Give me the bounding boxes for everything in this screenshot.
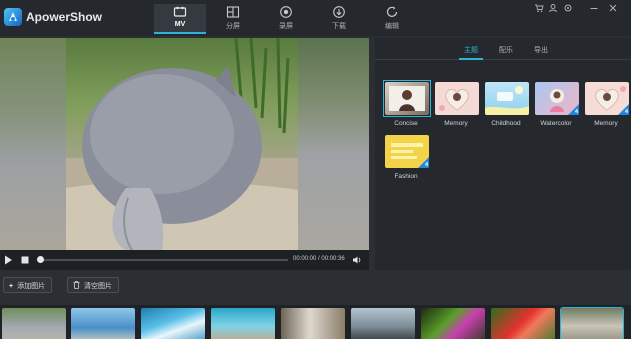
image-strip <box>0 305 631 339</box>
app-logo-icon <box>4 8 22 26</box>
add-icon: + <box>9 283 14 290</box>
theme-label: Concise <box>394 120 418 127</box>
tab-theme[interactable]: 主题 <box>464 45 478 55</box>
play-icon[interactable] <box>4 255 13 265</box>
image-thumbnail[interactable] <box>211 308 275 339</box>
image-thumbnail[interactable] <box>281 308 345 339</box>
app-title: ApowerShow <box>26 10 103 24</box>
image-thumbnail[interactable] <box>2 308 66 339</box>
active-tab-indicator <box>459 58 483 60</box>
theme-label: Watercolor <box>540 120 572 127</box>
image-toolbar: + 添加图片 清空图片 <box>0 274 631 296</box>
split-screen-icon <box>226 6 240 18</box>
theme-badge-count: 4 <box>574 109 578 115</box>
settings-icon[interactable] <box>563 3 573 13</box>
add-images-label: 添加图片 <box>17 283 46 290</box>
theme-card[interactable]: Concise <box>383 80 431 127</box>
theme-thumbnail: 4 <box>585 82 629 115</box>
record-screen-icon <box>280 6 292 18</box>
preview-photo <box>66 38 298 250</box>
tab-music[interactable]: 配乐 <box>499 45 513 55</box>
trash-icon <box>73 281 80 289</box>
tab-record-screen[interactable]: 录屏 <box>260 4 312 34</box>
seek-handle[interactable] <box>37 256 44 263</box>
image-thumbnail[interactable] <box>421 308 485 339</box>
theme-card[interactable]: Memory <box>434 81 479 127</box>
tab-download-label: 下载 <box>332 23 346 30</box>
preview-blur-left <box>0 38 66 250</box>
time-readout: 00:00:00 / 00:00:36 <box>293 256 345 262</box>
theme-label: Memory <box>594 120 618 127</box>
image-thumbnail[interactable] <box>351 308 415 339</box>
theme-card[interactable]: Childhood <box>484 81 529 127</box>
theme-thumbnail <box>435 82 479 115</box>
theme-card[interactable]: 4 Watercolor <box>534 81 579 127</box>
theme-badge-count: 4 <box>424 162 428 168</box>
volume-icon[interactable] <box>352 255 362 265</box>
panel-tabs: 主题 配乐 导出 <box>375 38 631 60</box>
clear-images-label: 清空图片 <box>84 283 112 290</box>
theme-badge-count: 4 <box>624 109 628 115</box>
seek-bar[interactable] <box>40 259 288 261</box>
tab-split-screen-label: 分屏 <box>226 23 240 30</box>
theme-thumbnail <box>485 82 529 115</box>
title-bar: ApowerShow MV 分屏 录屏 下载 编辑 <box>0 0 631 36</box>
tab-download[interactable]: 下载 <box>313 4 365 34</box>
image-thumbnail[interactable] <box>71 308 135 339</box>
minimize-icon[interactable] <box>589 3 599 13</box>
mv-icon <box>173 6 187 17</box>
image-thumbnail[interactable] <box>141 308 205 339</box>
tab-export[interactable]: 导出 <box>534 45 548 55</box>
theme-thumbnail: 4 <box>535 82 579 115</box>
theme-label: Fashion <box>394 173 418 180</box>
clear-images-button[interactable]: 清空图片 <box>67 277 119 293</box>
theme-label: Childhood <box>491 120 521 127</box>
tab-record-screen-label: 录屏 <box>279 23 293 30</box>
stop-icon[interactable] <box>21 255 29 265</box>
app-window: ApowerShow MV 分屏 录屏 下载 编辑 00:00:00 / 00:… <box>0 0 631 339</box>
theme-thumbnail: 4 <box>385 135 429 168</box>
preview-blur-right <box>298 38 369 250</box>
video-preview[interactable] <box>0 38 369 250</box>
add-images-button[interactable]: + 添加图片 <box>3 277 53 293</box>
tab-mv[interactable]: MV <box>154 4 206 34</box>
theme-label: Memory <box>444 120 468 127</box>
user-icon[interactable] <box>548 3 558 13</box>
edit-icon <box>386 6 398 17</box>
close-icon[interactable] <box>608 3 618 13</box>
image-thumbnail[interactable] <box>491 308 555 339</box>
player-controls: 00:00:00 / 00:00:36 <box>0 250 369 270</box>
theme-thumbnail <box>385 82 429 115</box>
tab-edit-label: 编辑 <box>385 23 399 30</box>
download-icon <box>333 6 345 18</box>
tab-split-screen[interactable]: 分屏 <box>207 4 259 34</box>
cart-icon[interactable] <box>534 3 544 13</box>
tab-edit[interactable]: 编辑 <box>366 4 418 34</box>
tab-mv-label: MV <box>174 21 186 28</box>
theme-panel: 主题 配乐 导出 Concise Memory Childhood 4 Wate… <box>375 38 631 270</box>
theme-card[interactable]: 4 Fashion <box>384 134 429 180</box>
image-thumbnail-selected[interactable] <box>560 307 624 339</box>
theme-card[interactable]: 4 Memory <box>584 81 629 127</box>
